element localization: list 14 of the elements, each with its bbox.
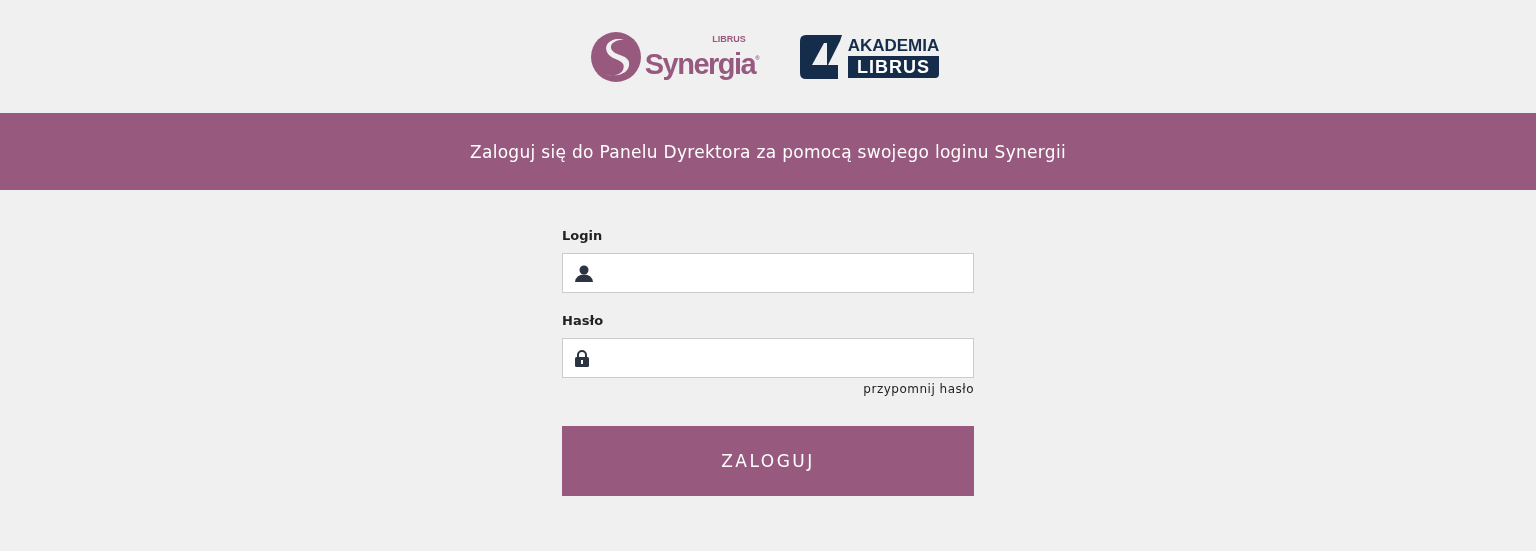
forgot-password-link[interactable]: przypomnij hasło bbox=[863, 382, 974, 396]
logo-brand-text: LIBRUS bbox=[712, 35, 746, 44]
user-icon bbox=[575, 264, 593, 282]
field-label: Login bbox=[562, 228, 603, 243]
lock-icon bbox=[575, 349, 589, 367]
swirl-logo-icon bbox=[588, 29, 643, 84]
logo-text: Synergia$^{®}$ bbox=[644, 47, 760, 78]
login-button[interactable]: ZALOGUJ bbox=[562, 426, 974, 496]
logo-text: AKADEMIA bbox=[847, 35, 940, 56]
banner-text: Zaloguj się do Panelu Dyrektora za pomocą swojego loginu Synergii bbox=[470, 141, 1066, 162]
field-label: Hasło bbox=[562, 313, 604, 328]
password-field[interactable] bbox=[562, 338, 974, 378]
logo-badge: LIBRUS bbox=[847, 55, 940, 78]
login-field[interactable] bbox=[562, 253, 974, 293]
